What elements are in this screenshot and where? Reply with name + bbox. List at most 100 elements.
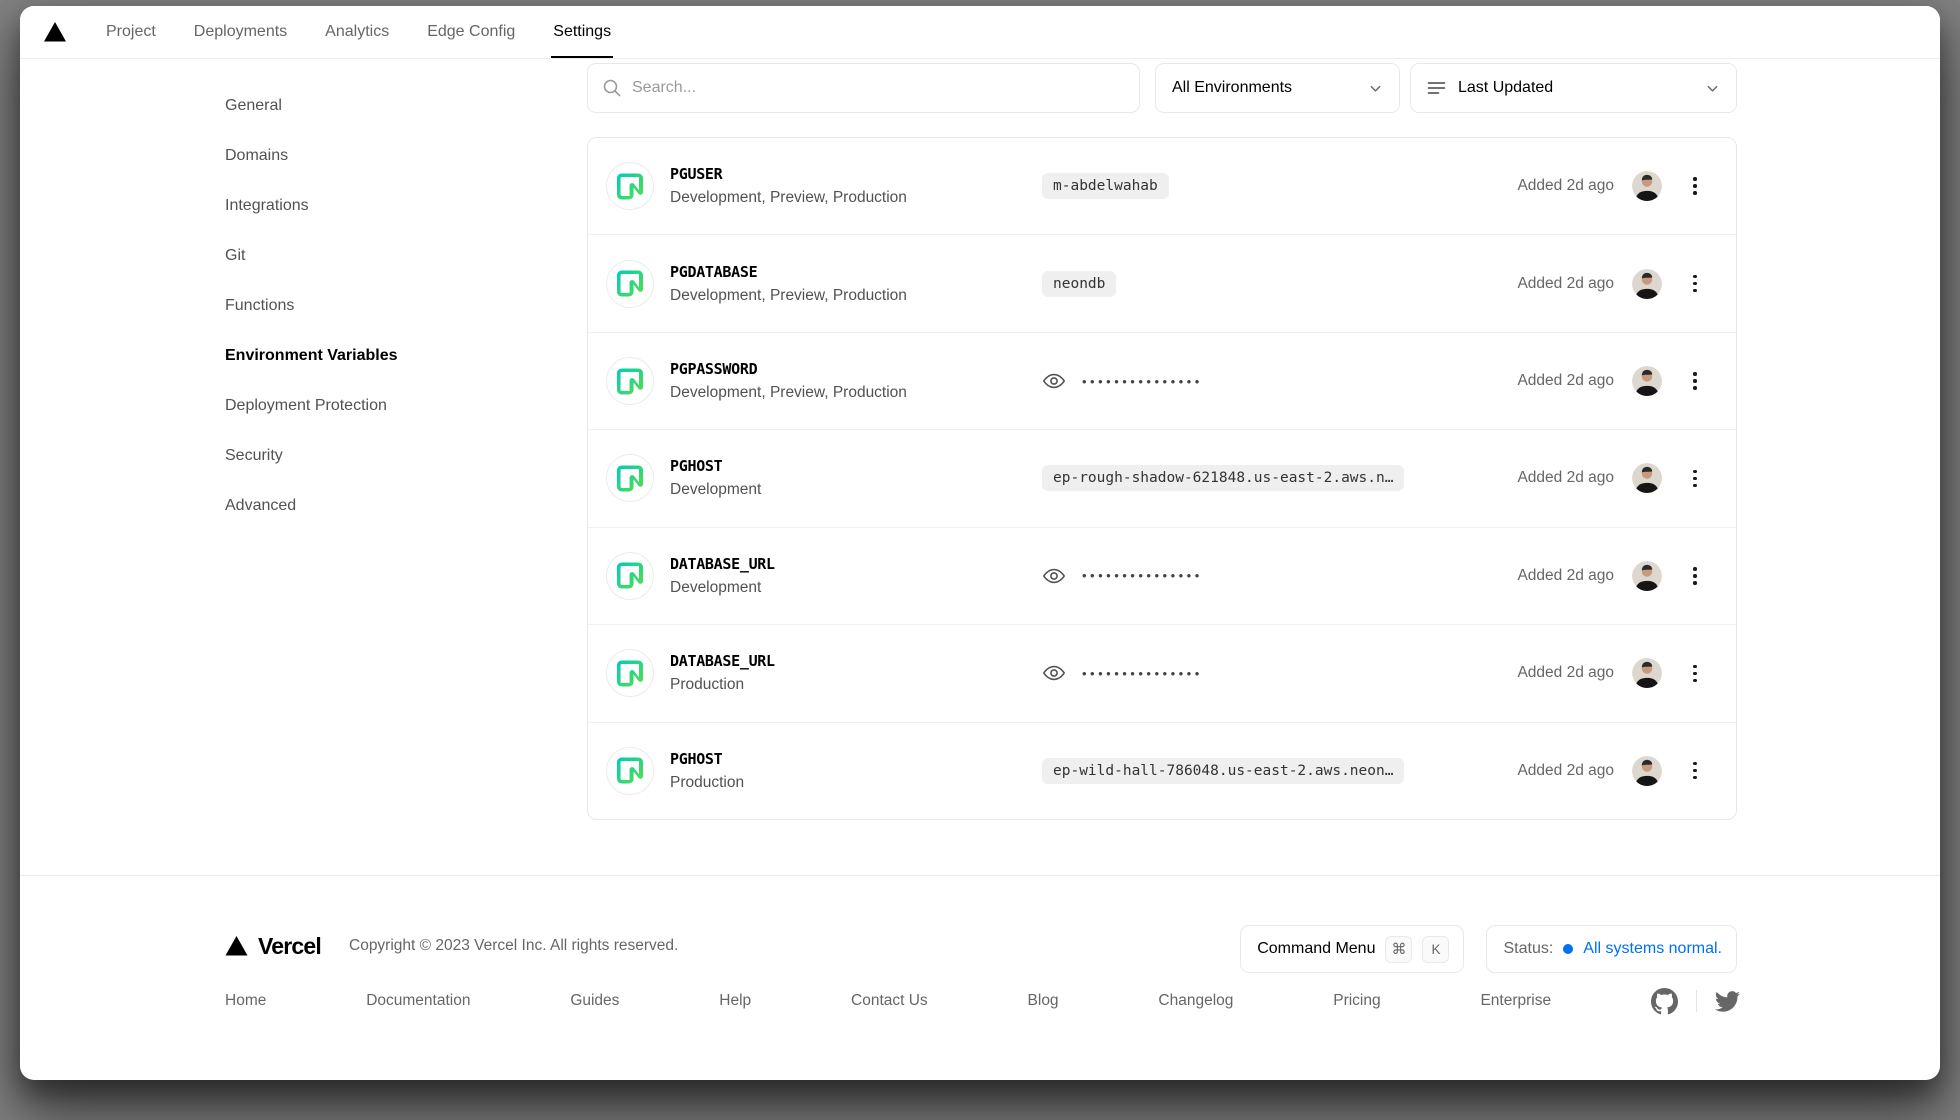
- tab-edge-config[interactable]: Edge Config: [427, 6, 515, 58]
- sidebar-item-environment-variables[interactable]: Environment Variables: [225, 331, 525, 381]
- sidebar-item-general[interactable]: General: [225, 81, 525, 131]
- env-var-name: PGPASSWORD: [670, 360, 1042, 378]
- env-var-name: PGHOST: [670, 750, 1042, 768]
- reveal-value-button[interactable]: [1042, 662, 1066, 684]
- env-var-row-database-url-dev: DATABASE_URL Development •••••••••••••••…: [588, 528, 1736, 625]
- row-menu-button[interactable]: [1680, 267, 1710, 301]
- row-menu-button[interactable]: [1680, 656, 1710, 690]
- reveal-value-button[interactable]: [1042, 565, 1066, 587]
- footer-link-contact-us[interactable]: Contact Us: [851, 992, 928, 1010]
- chevron-down-icon: [1705, 81, 1720, 96]
- neon-integration-icon: [606, 454, 654, 502]
- footer-link-guides[interactable]: Guides: [570, 992, 619, 1010]
- chevron-down-icon: [1368, 81, 1383, 96]
- reveal-value-button[interactable]: [1042, 370, 1066, 392]
- search-box: [587, 63, 1140, 113]
- neon-integration-icon: [606, 747, 654, 795]
- added-timestamp: Added 2d ago: [1517, 762, 1614, 780]
- row-menu-button[interactable]: [1680, 169, 1710, 203]
- sidebar-item-advanced[interactable]: Advanced: [225, 481, 525, 531]
- footer-link-enterprise[interactable]: Enterprise: [1480, 992, 1551, 1010]
- twitter-icon[interactable]: [1715, 989, 1740, 1014]
- environment-filter-value: All Environments: [1172, 79, 1292, 97]
- k-key-icon: K: [1422, 936, 1449, 963]
- status-button[interactable]: Status: All systems normal.: [1486, 925, 1737, 973]
- env-var-name: PGUSER: [670, 165, 1042, 183]
- status-dot-icon: [1563, 944, 1573, 954]
- sidebar-item-domains[interactable]: Domains: [225, 131, 525, 181]
- user-avatar: [1632, 269, 1662, 299]
- masked-value: •••••••••••••••: [1082, 375, 1203, 388]
- sidebar-item-deployment-protection[interactable]: Deployment Protection: [225, 381, 525, 431]
- env-var-name: DATABASE_URL: [670, 652, 1042, 670]
- command-menu-label: Command Menu: [1257, 940, 1375, 958]
- env-var-value-chip: ep-wild-hall-786048.us-east-2.aws.neon…: [1042, 758, 1404, 784]
- command-menu-button[interactable]: Command Menu ⌘ K: [1240, 925, 1464, 973]
- environment-filter-select[interactable]: All Environments: [1155, 63, 1400, 113]
- neon-integration-icon: [606, 552, 654, 600]
- footer-link-pricing[interactable]: Pricing: [1333, 992, 1380, 1010]
- tab-analytics[interactable]: Analytics: [325, 6, 389, 58]
- vercel-wordmark: Vercel: [258, 933, 321, 960]
- env-var-value-chip: neondb: [1042, 271, 1116, 297]
- env-var-row-database-url-prod: DATABASE_URL Production ••••••••••••••• …: [588, 625, 1736, 722]
- neon-integration-icon: [606, 649, 654, 697]
- tab-settings[interactable]: Settings: [553, 6, 611, 58]
- cmd-key-icon: ⌘: [1385, 936, 1412, 963]
- env-var-environments: Development: [670, 579, 1042, 597]
- sort-lines-icon: [1427, 80, 1446, 96]
- github-icon[interactable]: [1651, 988, 1678, 1015]
- vercel-footer-logo-icon: [225, 936, 248, 956]
- sort-select[interactable]: Last Updated: [1410, 63, 1737, 113]
- top-nav-tabs: Project Deployments Analytics Edge Confi…: [106, 6, 611, 58]
- footer-link-home[interactable]: Home: [225, 992, 266, 1010]
- vercel-logo-icon[interactable]: [44, 22, 66, 42]
- added-timestamp: Added 2d ago: [1517, 372, 1614, 390]
- user-avatar: [1632, 366, 1662, 396]
- user-avatar: [1632, 756, 1662, 786]
- top-navigation: Project Deployments Analytics Edge Confi…: [20, 6, 1940, 59]
- masked-value: •••••••••••••••: [1082, 667, 1203, 680]
- footer-links: Home Documentation Guides Help Contact U…: [225, 981, 1740, 1021]
- environment-variables-table: PGUSER Development, Preview, Production …: [587, 137, 1737, 820]
- added-timestamp: Added 2d ago: [1517, 567, 1614, 585]
- tab-deployments[interactable]: Deployments: [194, 6, 287, 58]
- user-avatar: [1632, 171, 1662, 201]
- status-message: All systems normal.: [1583, 940, 1722, 958]
- sidebar-item-git[interactable]: Git: [225, 231, 525, 281]
- user-avatar: [1632, 658, 1662, 688]
- row-menu-button[interactable]: [1680, 364, 1710, 398]
- footer-link-blog[interactable]: Blog: [1028, 992, 1059, 1010]
- search-input[interactable]: [632, 79, 1125, 97]
- added-timestamp: Added 2d ago: [1517, 177, 1614, 195]
- env-var-environments: Development, Preview, Production: [670, 189, 1042, 207]
- app-window: Project Deployments Analytics Edge Confi…: [20, 6, 1940, 1080]
- sidebar-item-security[interactable]: Security: [225, 431, 525, 481]
- sidebar-item-functions[interactable]: Functions: [225, 281, 525, 331]
- footer-divider: [20, 875, 1940, 876]
- env-var-environments: Development, Preview, Production: [670, 384, 1042, 402]
- env-var-value-chip: m-abdelwahab: [1042, 173, 1169, 199]
- neon-integration-icon: [606, 260, 654, 308]
- neon-integration-icon: [606, 162, 654, 210]
- sort-value: Last Updated: [1458, 79, 1553, 97]
- status-label: Status:: [1503, 940, 1553, 958]
- row-menu-button[interactable]: [1680, 461, 1710, 495]
- row-menu-button[interactable]: [1680, 559, 1710, 593]
- sidebar-item-integrations[interactable]: Integrations: [225, 181, 525, 231]
- footer-link-help[interactable]: Help: [719, 992, 751, 1010]
- env-var-environments: Production: [670, 676, 1042, 694]
- env-var-row-pgdatabase: PGDATABASE Development, Preview, Product…: [588, 235, 1736, 332]
- env-var-environments: Development, Preview, Production: [670, 287, 1042, 305]
- row-menu-button[interactable]: [1680, 754, 1710, 788]
- env-var-row-pghost-dev: PGHOST Development ep-rough-shadow-62184…: [588, 430, 1736, 527]
- social-divider: [1696, 990, 1697, 1012]
- env-var-row-pghost-prod: PGHOST Production ep-wild-hall-786048.us…: [588, 723, 1736, 819]
- search-icon: [602, 78, 622, 98]
- footer-link-changelog[interactable]: Changelog: [1158, 992, 1233, 1010]
- footer-link-documentation[interactable]: Documentation: [366, 992, 470, 1010]
- env-var-name: DATABASE_URL: [670, 555, 1042, 573]
- tab-project[interactable]: Project: [106, 6, 156, 58]
- user-avatar: [1632, 561, 1662, 591]
- masked-value: •••••••••••••••: [1082, 569, 1203, 582]
